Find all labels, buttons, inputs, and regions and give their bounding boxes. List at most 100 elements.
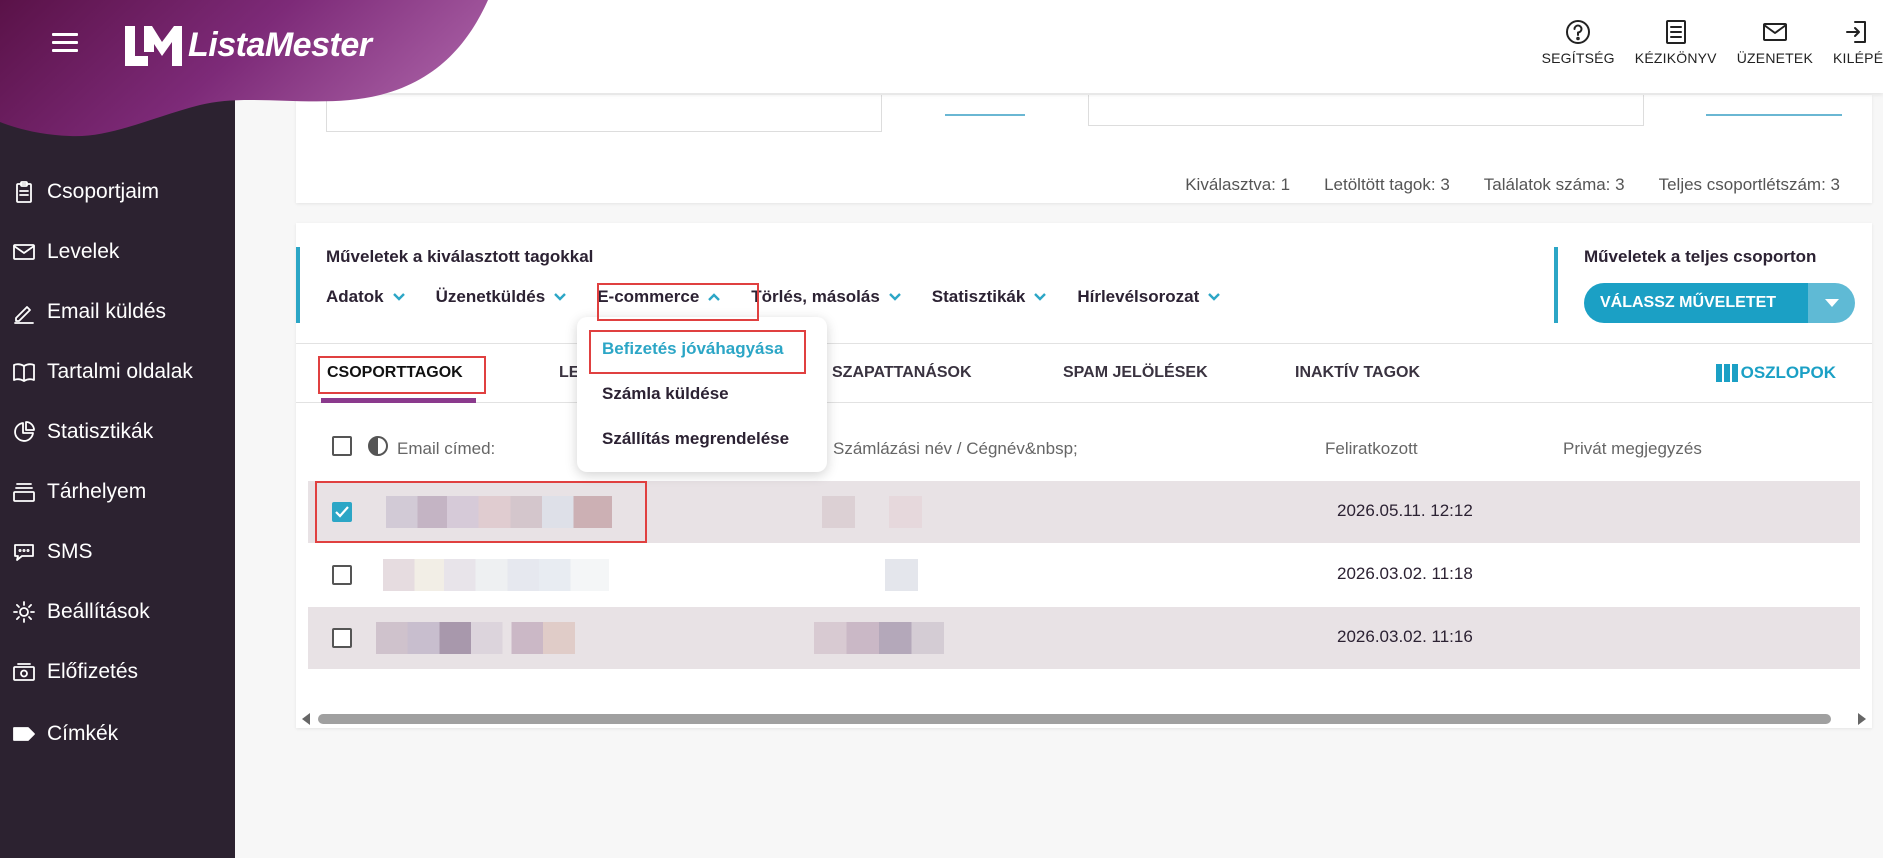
sidebar-item-label: Beállítások	[47, 600, 150, 623]
subscribed-date: 2026.03.02. 11:18	[1337, 564, 1473, 583]
sidebar-item-label: Címkék	[47, 722, 119, 745]
help-button[interactable]: SEGÍTSÉG	[1542, 18, 1615, 66]
total-count: Teljes csoportlétszám: 3	[1658, 175, 1840, 194]
horizontal-scrollbar[interactable]	[296, 711, 1872, 725]
caret-down-icon	[1824, 299, 1839, 307]
manual-label: KÉZIKÖNYV	[1634, 50, 1717, 66]
menu-label: Üzenetküldés	[435, 287, 546, 306]
sidebar-item-beallitasok[interactable]: Beállítások	[12, 592, 150, 632]
table-row[interactable]: 2026.03.02. 11:16	[308, 607, 1860, 669]
listamester-logo-icon	[125, 26, 182, 66]
sidebar-item-cimkek[interactable]: Címkék	[12, 714, 118, 754]
menu-label: Hírlevélsorozat	[1077, 287, 1200, 306]
sidebar-item-elofizetes[interactable]: Előfizetés	[12, 652, 138, 692]
sidebar-item-csoportjaim[interactable]: Csoportjaim	[12, 172, 159, 212]
menu-ecommerce[interactable]: E-commerce	[597, 287, 721, 307]
manual-icon	[1665, 20, 1686, 44]
billing-cell-blurred	[885, 559, 918, 591]
top-actions: SEGÍTSÉG KÉZIKÖNYV ÜZENETEK KILÉPÉ	[1522, 18, 1883, 66]
sidebar-item-label: Csoportjaim	[47, 180, 160, 203]
filter-link-1[interactable]	[945, 114, 1025, 116]
scroll-right-icon[interactable]	[1858, 713, 1866, 725]
members-card: Műveletek a kiválasztott tagokkal Adatok…	[296, 223, 1872, 728]
chevron-down-icon	[1208, 293, 1221, 301]
sidebar-item-tartalmi-oldalak[interactable]: Tartalmi oldalak	[12, 352, 193, 392]
tag-icon	[12, 722, 36, 746]
sidebar-item-email-kuldes[interactable]: Email küldés	[12, 292, 166, 332]
contrast-icon[interactable]	[367, 435, 389, 457]
table-row[interactable]: 2026.03.02. 11:18	[308, 544, 1860, 606]
header-billing-name[interactable]: Számlázási név / Cégnév&nbsp;	[833, 439, 1078, 459]
choose-operation-label: VÁLASSZ MŰVELETET	[1584, 283, 1808, 323]
brand-name: ListaMester	[188, 25, 372, 64]
header-email[interactable]: Email címed:	[397, 439, 495, 459]
table-row[interactable]: 2026.05.11. 12:12	[308, 481, 1860, 543]
email-cell-blurred	[383, 559, 609, 591]
help-circle-icon	[1566, 20, 1591, 44]
scrollbar-thumb[interactable]	[318, 714, 1831, 724]
pie-chart-icon	[12, 420, 36, 444]
menu-adatok[interactable]: Adatok	[326, 287, 406, 307]
row-checkbox[interactable]	[332, 628, 352, 648]
logout-button[interactable]: KILÉPÉ	[1833, 18, 1883, 66]
sidebar-item-statisztikak[interactable]: Statisztikák	[12, 412, 153, 452]
scroll-left-icon[interactable]	[302, 713, 310, 725]
menu-label: Adatok	[326, 287, 384, 306]
gear-icon	[12, 600, 36, 624]
filter-input-2[interactable]	[1088, 95, 1644, 126]
sidebar-item-sms[interactable]: SMS	[12, 532, 93, 572]
messages-label: ÜZENETEK	[1736, 50, 1813, 66]
choose-operation-dropdown[interactable]	[1808, 283, 1855, 323]
menu-label: Törlés, másolás	[751, 287, 880, 306]
tab-szapattanasok[interactable]: SZAPATTANÁSOK	[832, 344, 972, 402]
menu-torles-masolas[interactable]: Törlés, másolás	[751, 287, 902, 307]
pencil-icon	[12, 300, 36, 324]
row-checkbox[interactable]	[332, 502, 352, 522]
tab-csoporttagok[interactable]: CSOPORTTAGOK	[327, 344, 463, 402]
chevron-up-icon	[708, 293, 721, 301]
billing-cell-blurred	[822, 496, 922, 528]
menu-uzenetkuldes[interactable]: Üzenetküldés	[436, 287, 568, 307]
chevron-down-icon	[1034, 293, 1047, 301]
sidebar-item-label: Statisztikák	[47, 420, 154, 443]
menu-label: Statisztikák	[931, 287, 1026, 306]
columns-label: OSZLOPOK	[1740, 363, 1836, 382]
sidebar-item-tarhelyem[interactable]: Tárhelyem	[12, 472, 146, 512]
logout-icon	[1846, 21, 1866, 43]
menu-statisztikak[interactable]: Statisztikák	[932, 287, 1048, 307]
hamburger-menu-button[interactable]	[52, 33, 78, 55]
choose-operation-button[interactable]: VÁLASSZ MŰVELETET	[1584, 283, 1855, 323]
header-private-note[interactable]: Privát megjegyzés	[1563, 439, 1702, 459]
brand-header-wave	[0, 0, 488, 137]
select-all-checkbox[interactable]	[332, 436, 352, 456]
storage-icon	[12, 480, 36, 504]
email-cell-blurred	[376, 622, 602, 654]
chat-bubble-icon	[12, 540, 36, 564]
sidebar-item-levelek[interactable]: Levelek	[12, 232, 119, 272]
summary-stats: Kiválasztva: 1 Letöltött tagok: 3 Talála…	[1151, 175, 1840, 195]
filter-link-2[interactable]	[1706, 114, 1842, 116]
menu-item-szamla-kuldese[interactable]: Számla küldése	[602, 384, 729, 404]
messages-button[interactable]: ÜZENETEK	[1737, 18, 1813, 66]
sidebar-item-label: Előfizetés	[47, 660, 139, 683]
menu-item-befizetes-jovahagyasa[interactable]: Befizetés jóváhagyása	[602, 339, 783, 359]
brand-logo[interactable]: ListaMester	[122, 22, 372, 68]
columns-button[interactable]: OSZLOPOK	[1715, 344, 1836, 402]
menu-hirlevelsorozat[interactable]: Hírlevélsorozat	[1077, 287, 1221, 307]
operations-menu: Adatok Üzenetküldés E-commerce Törlés, m…	[326, 287, 1251, 307]
selected-operations: Műveletek a kiválasztott tagokkal Adatok…	[296, 247, 1251, 323]
header-subscribed[interactable]: Feliratkozott	[1325, 439, 1418, 459]
downloaded-count: Letöltött tagok: 3	[1324, 175, 1450, 194]
tab-spam-jelolesek[interactable]: SPAM JELÖLÉSEK	[1063, 344, 1208, 402]
sidebar-item-label: Levelek	[47, 240, 120, 263]
menu-item-szallitas-megrendelese[interactable]: Szállítás megrendelése	[602, 429, 789, 449]
manual-button[interactable]: KÉZIKÖNYV	[1635, 18, 1717, 66]
selected-operations-title: Műveletek a kiválasztott tagokkal	[326, 247, 594, 266]
group-operations: Műveletek a teljes csoporton VÁLASSZ MŰV…	[1554, 247, 1855, 323]
clipboard-icon	[12, 180, 36, 204]
row-checkbox[interactable]	[332, 565, 352, 585]
ecommerce-dropdown: Befizetés jóváhagyása Számla küldése Szá…	[577, 317, 827, 472]
subscribed-date: 2026.03.02. 11:16	[1337, 627, 1473, 646]
tab-inaktiv-tagok[interactable]: INAKTÍV TAGOK	[1295, 344, 1420, 402]
columns-icon	[1715, 364, 1738, 382]
